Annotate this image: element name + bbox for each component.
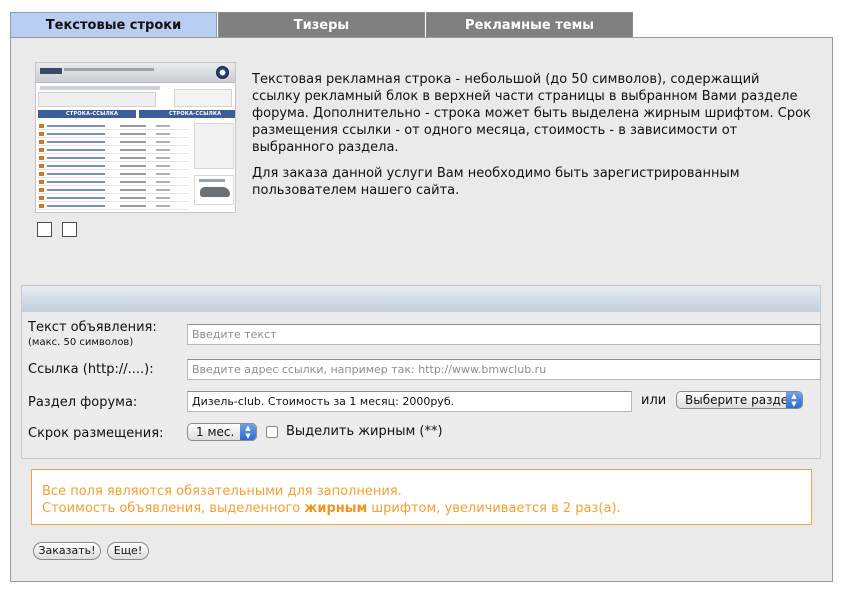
link-label: Ссылка (http://....): [28, 362, 154, 377]
info-notice: Все поля являются обязательными для запо… [31, 469, 812, 525]
preview-prev-button[interactable] [37, 222, 52, 237]
form-header [22, 286, 820, 312]
preview-bar-left-label: СТРОКА-ССЫЛКА [66, 111, 119, 117]
description-paragraph-2: Для заказа данной услуги Вам необходимо … [252, 166, 740, 198]
period-label: Скрок размещения: [28, 426, 164, 441]
select-arrows-icon: ▲ ▼ [240, 424, 256, 440]
bold-checkbox[interactable] [266, 426, 278, 438]
section-select[interactable]: Выберите раздел ▲ ▼ [676, 391, 803, 409]
notice-bold-word: жирным [304, 501, 368, 516]
select-arrows-icon: ▲ ▼ [786, 392, 802, 408]
link-input[interactable] [187, 359, 821, 380]
preview-image: СТРОКА-ССЫЛКА СТРОКА-ССЫЛКА [35, 62, 236, 213]
period-select[interactable]: 1 мес. ▲ ▼ [187, 423, 257, 441]
content-panel: СТРОКА-ССЫЛКА СТРОКА-ССЫЛКА Текстовая ре… [10, 37, 833, 582]
or-label: или [641, 393, 667, 408]
ad-text-hint: (макс. 50 символов) [28, 337, 134, 348]
order-form: Текст объявления: (макс. 50 символов) Сс… [21, 285, 821, 459]
tab-teasers[interactable]: Тизеры [218, 12, 425, 38]
preview-bar-right-label: СТРОКА-ССЫЛКА [169, 111, 222, 117]
notice-line-1: Все поля являются обязательными для запо… [42, 484, 402, 499]
description-paragraph-1: Текстовая рекламная строка - небольшой (… [252, 72, 811, 155]
tab-text-lines[interactable]: Текстовые строки [10, 12, 217, 38]
section-field[interactable]: Дизель-club. Стоимость за 1 месяц: 2000р… [187, 391, 632, 412]
section-label: Раздел форума: [28, 395, 138, 410]
ad-text-label: Текст объявления: [28, 320, 157, 335]
notice-line-2-start: Стоимость объявления, выделенного [42, 501, 305, 516]
service-description: Текстовая рекламная строка - небольшой (… [252, 71, 812, 208]
order-button[interactable]: Заказать! [33, 542, 101, 560]
bold-label: Выделить жирным (**) [286, 424, 443, 439]
bmw-logo-icon [216, 66, 229, 79]
more-button[interactable]: Еще! [107, 542, 149, 560]
notice-line-2: Стоимость объявления, выделенного жирным… [42, 500, 801, 517]
section-select-value: Выберите раздел [685, 393, 796, 407]
tab-bar: Текстовые строки Тизеры Рекламные темы [10, 12, 633, 38]
period-select-value: 1 мес. [196, 425, 235, 439]
tab-ad-topics[interactable]: Рекламные темы [426, 12, 633, 38]
notice-line-2-end: шрифтом, увеличивается в 2 раз(а). [367, 501, 621, 516]
ad-text-input[interactable] [187, 324, 821, 345]
preview-next-button[interactable] [62, 222, 77, 237]
